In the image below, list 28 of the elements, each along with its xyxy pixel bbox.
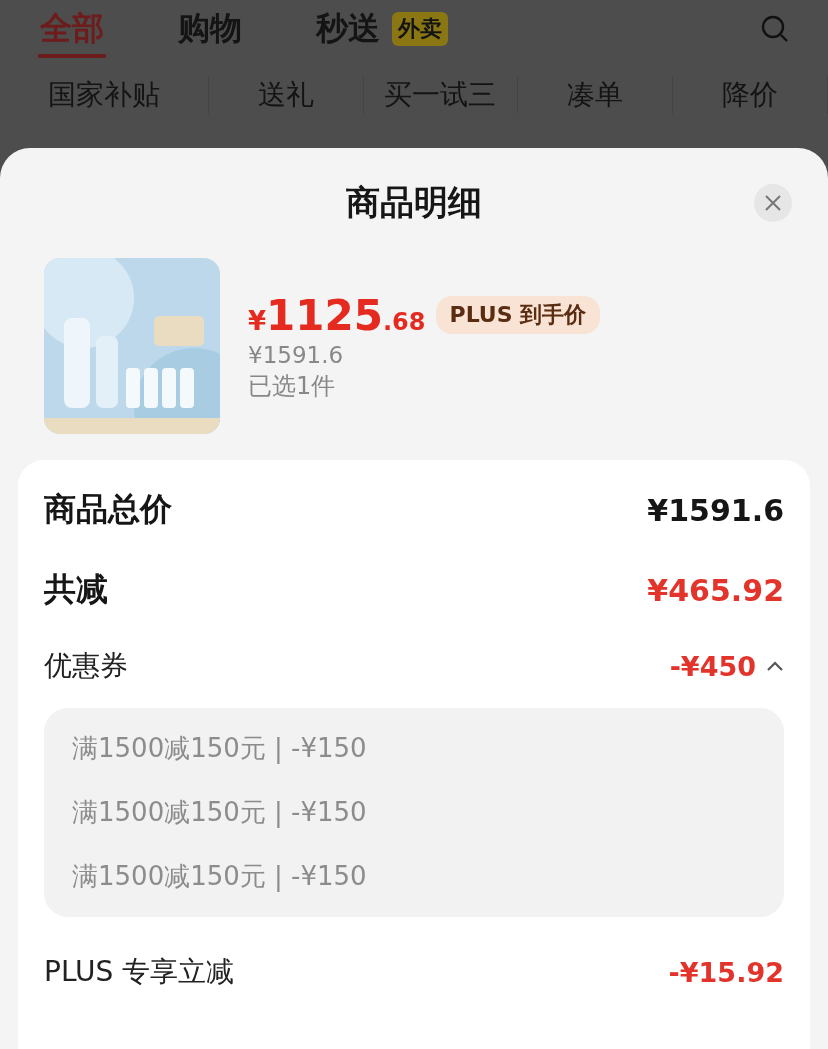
coupon-label: 优惠券 [44, 648, 128, 684]
filter-chip[interactable]: 送礼 [208, 76, 364, 114]
price-tag: PLUS 到手价 [435, 296, 601, 334]
row-value: ¥465.92 [647, 572, 784, 608]
coupon-value: -¥450 [669, 650, 756, 682]
row-value: ¥1591.6 [647, 492, 784, 528]
category-tab[interactable]: 购物 [176, 0, 244, 58]
plus-value: -¥15.92 [668, 956, 784, 988]
close-button[interactable] [754, 184, 792, 222]
sheet-title: 商品明细 [346, 181, 482, 224]
coupon-line: 满1500减150元 | -¥150 [72, 860, 368, 894]
takeout-badge: 外卖 [392, 12, 448, 46]
search-icon[interactable] [760, 14, 790, 44]
filter-chip[interactable]: 买一试三 [363, 76, 519, 114]
plus-label: PLUS 专享立减 [44, 954, 235, 990]
coupon-line: 满1500减150元 | -¥150 [72, 796, 368, 830]
chevron-icon[interactable] [766, 660, 784, 672]
original-price: ¥1591.6 [248, 341, 345, 368]
filter-chip[interactable]: 国家补贴 [0, 76, 209, 114]
row-label: 商品总价 [44, 489, 172, 530]
coupon-line: 满1500减150元 | -¥150 [72, 732, 368, 766]
price: ¥1125.68 [248, 290, 426, 340]
filter-chip[interactable]: 降价 [673, 76, 828, 114]
row-label: 共减 [44, 569, 108, 610]
category-tab[interactable]: 秒送 [314, 0, 382, 58]
quantity-text: 已选1件 [248, 370, 337, 402]
filter-chip[interactable]: 凑单 [518, 76, 674, 114]
close-icon [764, 194, 782, 212]
